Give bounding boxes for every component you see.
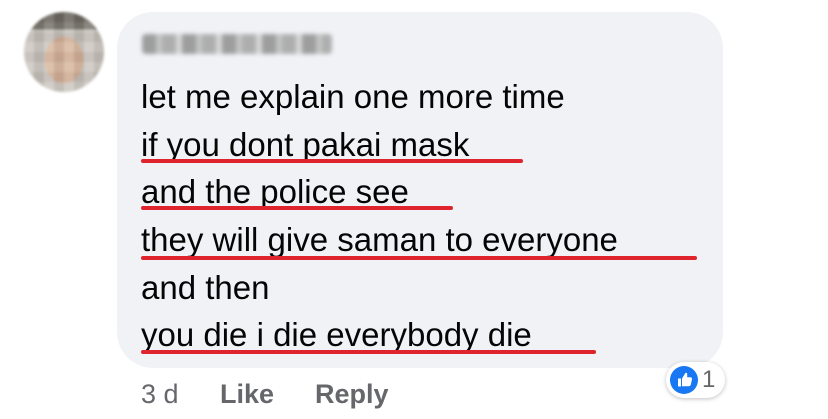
- comment-line-6: you die i die everybody die: [141, 316, 532, 353]
- commenter-avatar[interactable]: [24, 12, 104, 92]
- comment-line-5: and then: [141, 269, 270, 306]
- red-underline-annotation: [141, 159, 523, 163]
- reaction-count-badge[interactable]: 1: [666, 362, 726, 398]
- comment-timestamp[interactable]: 3 d: [141, 376, 179, 412]
- commenter-name-blurred[interactable]: [142, 34, 332, 54]
- reaction-count: 1: [702, 366, 716, 393]
- red-underline-annotation: [141, 350, 596, 354]
- comment-line-1: let me explain one more time: [141, 78, 565, 115]
- thumbs-up-icon: [670, 366, 698, 394]
- comment-line-4: they will give saman to everyone: [141, 221, 618, 258]
- reply-button[interactable]: Reply: [315, 376, 389, 412]
- like-button[interactable]: Like: [220, 376, 274, 412]
- red-underline-annotation: [141, 206, 453, 210]
- red-underline-annotation: [141, 256, 697, 260]
